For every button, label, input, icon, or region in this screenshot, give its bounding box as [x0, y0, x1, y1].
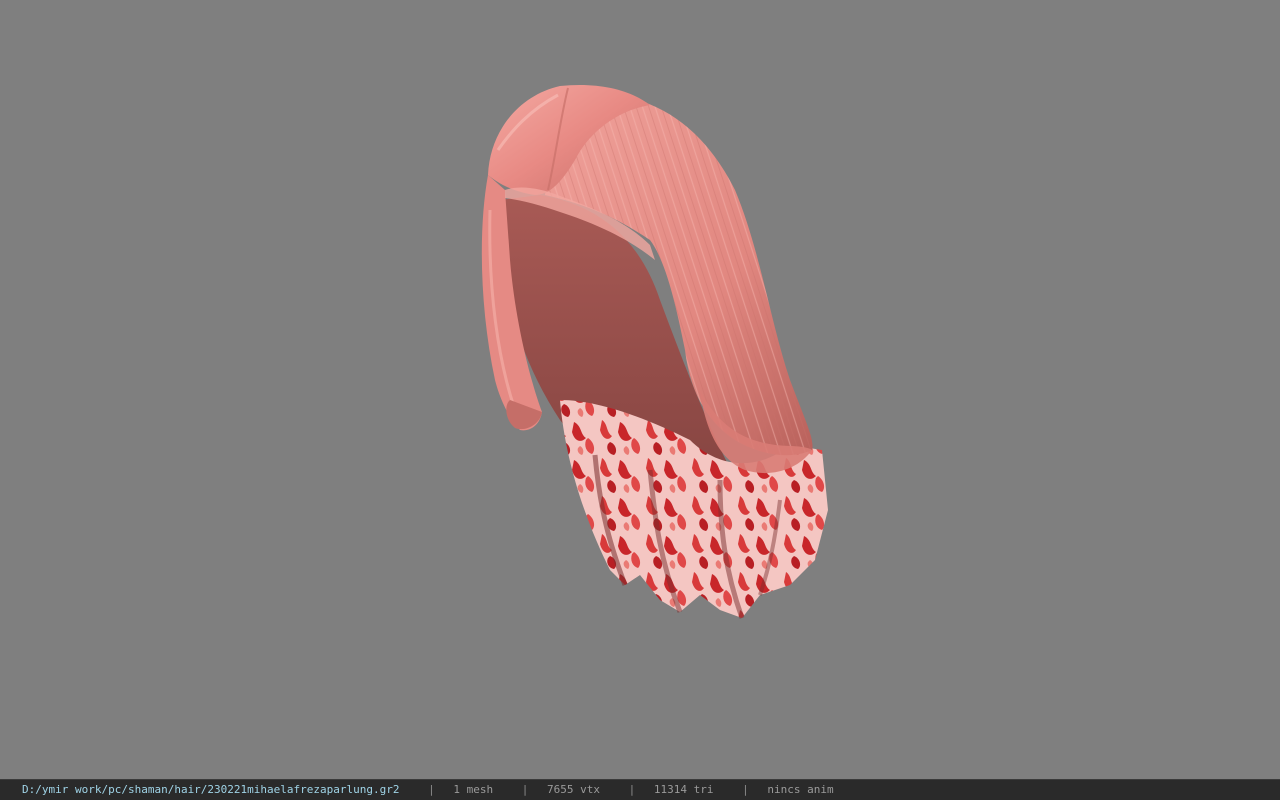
status-triangle-count: 11314 tri — [653, 783, 714, 796]
status-file-path: D:/ymir work/pc/shaman/hair/230221mihael… — [22, 783, 400, 796]
hair-model-render — [481, 84, 828, 619]
status-separator: | — [628, 783, 636, 796]
status-separator: | — [428, 783, 435, 796]
status-separator: | — [742, 783, 749, 796]
status-separator: | — [521, 783, 529, 796]
status-anim: nincs anim — [767, 783, 834, 796]
status-mesh-count: 1 mesh — [453, 783, 494, 796]
status-bar: D:/ymir work/pc/shaman/hair/230221mihael… — [0, 779, 1280, 800]
3d-viewport[interactable] — [0, 0, 1280, 779]
status-vertex-count: 7655 vtx — [547, 783, 600, 796]
